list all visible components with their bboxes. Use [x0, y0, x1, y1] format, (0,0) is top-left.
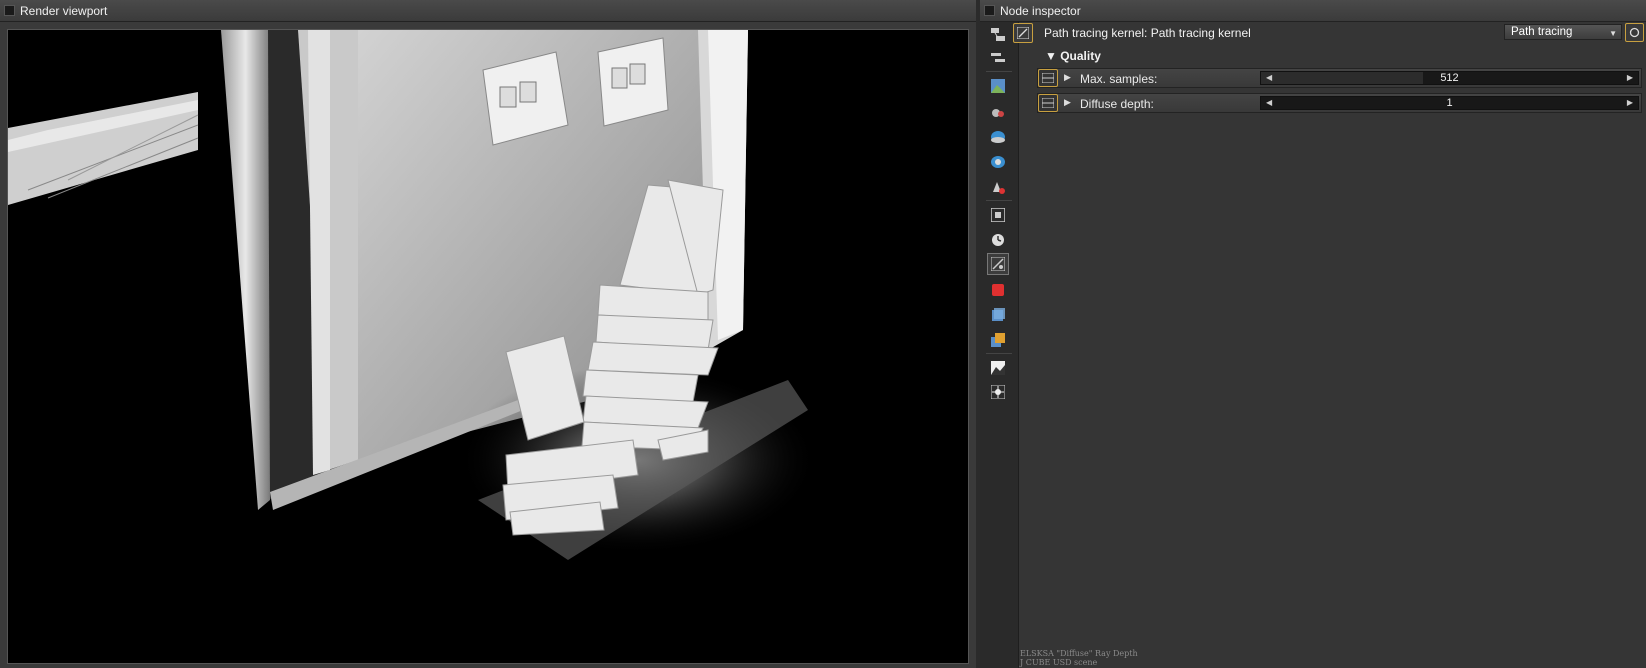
inspector-toolbar [980, 22, 1019, 668]
node-graph-icon[interactable] [988, 25, 1008, 45]
inspector-title: Node inspector [1000, 3, 1081, 18]
param-pin-icon[interactable] [1038, 69, 1058, 87]
refresh-icon[interactable] [1625, 23, 1644, 42]
environment-icon[interactable] [988, 127, 1008, 147]
max-samples-slider[interactable]: ◀ 512 ▶ [1260, 71, 1639, 85]
slider-value: 512 [1440, 72, 1459, 84]
expand-triangle-icon[interactable]: ▶ [1064, 97, 1071, 108]
rendered-scene [8, 30, 968, 663]
expand-triangle-icon[interactable]: ▶ [1064, 72, 1071, 83]
film-settings-icon[interactable] [988, 205, 1008, 225]
switch-plate-2 [597, 37, 669, 127]
expanded-triangle-icon: ▼ [1045, 49, 1061, 63]
node-title: Path tracing kernel: Path tracing kernel [1044, 26, 1251, 40]
toolbar-separator [986, 71, 1012, 72]
inspector-body: Path tracing kernel: Path tracing kernel… [1013, 22, 1646, 668]
status-line: ELSKSA "Diffuse" Ray Depth [1020, 649, 1138, 658]
image-icon[interactable] [988, 76, 1008, 96]
animation-icon[interactable] [988, 230, 1008, 250]
panel-menu-icon[interactable] [984, 5, 995, 16]
node-title-row: Path tracing kernel: Path tracing kernel… [1013, 22, 1646, 43]
param-label: Max. samples: [1080, 72, 1158, 86]
material-icon[interactable] [988, 177, 1008, 197]
render-image[interactable] [7, 29, 969, 664]
diffuse-depth-slider[interactable]: ◀ 1 ▶ [1260, 96, 1639, 110]
inspector-header: Node inspector [980, 0, 1646, 22]
camera-settings-icon[interactable] [988, 102, 1008, 122]
chevron-down-icon: ▼ [1609, 29, 1617, 38]
param-pin-icon[interactable] [1038, 94, 1058, 112]
imager-icon[interactable] [988, 358, 1008, 378]
object-layer-icon[interactable] [988, 305, 1008, 325]
render-viewport-panel: Render viewport [0, 0, 976, 668]
increment-arrow-icon[interactable]: ▶ [1627, 97, 1633, 109]
render-layer-icon[interactable] [988, 330, 1008, 350]
kernel-icon[interactable] [987, 253, 1009, 275]
toolbar-separator [986, 353, 1012, 354]
kernel-node-icon[interactable] [1013, 23, 1033, 43]
viewport-header: Render viewport [0, 0, 976, 22]
increment-arrow-icon[interactable]: ▶ [1627, 72, 1633, 84]
panel-menu-icon[interactable] [4, 5, 15, 16]
param-row-diffuse-depth: ▶ Diffuse depth: ◀ 1 ▶ [1037, 93, 1642, 113]
slider-value: 1 [1446, 97, 1453, 109]
node-inspector-panel: Node inspector Path tracing kernel: Path… [980, 0, 1646, 668]
outliner-icon[interactable] [988, 48, 1008, 68]
kernel-type-dropdown[interactable]: Path tracing ▼ [1504, 24, 1622, 40]
status-line: J CUBE USD scene [1020, 658, 1098, 667]
param-label: Diffuse depth: [1080, 97, 1154, 111]
viewport-title: Render viewport [20, 3, 108, 18]
post-process-icon[interactable] [988, 382, 1008, 402]
kernel-type-value: Path tracing [1511, 26, 1573, 38]
section-header-quality[interactable]: ▼ Quality [1045, 49, 1101, 63]
visible-environment-icon[interactable] [988, 152, 1008, 172]
toolbar-separator [986, 200, 1012, 201]
status-text: ELSKSA "Diffuse" Ray Depth J CUBE USD sc… [1020, 649, 1138, 667]
geometry-icon[interactable] [988, 280, 1008, 300]
section-title: Quality [1060, 49, 1101, 63]
param-row-max-samples: ▶ Max. samples: ◀ 512 ▶ [1037, 68, 1642, 88]
